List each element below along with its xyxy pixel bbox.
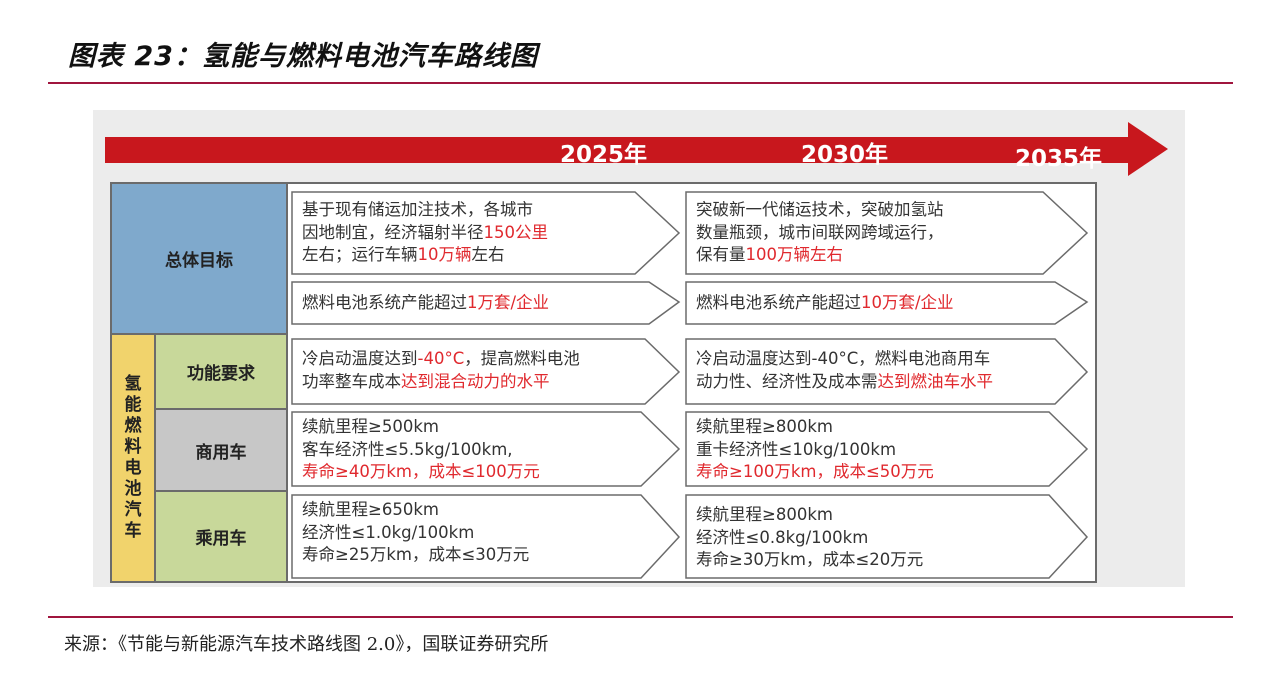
text-line: 保有量100万辆左右	[696, 244, 944, 267]
text-line: 寿命≥25万km，成本≤30万元	[302, 545, 530, 564]
text-span: 动力性、经济性及成本需	[696, 371, 878, 391]
title-rule	[48, 82, 1233, 84]
text-line: 基于现有储运加注技术，各城市	[302, 200, 533, 219]
highlight-text: 寿命≥40万km，成本≤100万元	[302, 462, 540, 481]
text-span: 因地制宜，经济辐射半径	[302, 222, 484, 242]
roadmap-figure: 2025年 2030年 2035年 总体目标 氢 能 燃 料 电 池 汽 车 功…	[93, 110, 1185, 587]
text-span: 左右	[471, 245, 505, 264]
function-2030-text: 冷启动温度达到-40°C，燃料电池商用车 动力性、经济性及成本需达到燃油车水平	[696, 348, 993, 393]
overall-b-2025-text: 燃料电池系统产能超过1万套/企业	[302, 292, 549, 315]
text-line: 因地制宜，经济辐射半径150公里	[302, 222, 548, 245]
text-span: 燃料电池系统产能超过	[302, 293, 467, 312]
passenger-2030-text: 续航里程≥800km 经济性≤0.8kg/100km 寿命≥30万km，成本≤2…	[696, 504, 923, 572]
overall-b-2030-text: 燃料电池系统产能超过10万套/企业	[696, 292, 954, 315]
text-line: 客车经济性≤5.5kg/100km,	[302, 439, 513, 459]
passenger-2025-text: 续航里程≥650km 经济性≤1.0kg/100km 寿命≥25万km，成本≤3…	[302, 499, 529, 567]
highlight-text: 10万辆	[417, 245, 472, 264]
function-2025-text: 冷启动温度达到-40°C，提高燃料电池 功率整车成本达到混合动力的水平	[302, 348, 580, 393]
figure-title: 图表 23：氢能与燃料电池汽车路线图	[68, 41, 538, 72]
text-line: 突破新一代储运技术，突破加氢站	[696, 200, 944, 219]
highlight-text: 100万辆左右	[745, 245, 844, 264]
text-line: 寿命≥30万km，成本≤20万元	[696, 550, 924, 569]
text-line: 续航里程≥800km	[696, 505, 833, 524]
source-rule	[48, 616, 1233, 618]
text-line: 续航里程≥650km	[302, 500, 439, 519]
highlight-text: 10万套/企业	[861, 293, 954, 312]
source-note: 来源：《节能与新能源汽车技术路线图 2.0》，国联证券研究所	[64, 634, 549, 655]
highlight-text: 150公里	[483, 222, 549, 242]
text-line: 续航里程≥500km	[302, 417, 439, 436]
overall-a-2025-text: 基于现有储运加注技术，各城市 因地制宜，经济辐射半径150公里 左右；运行车辆1…	[302, 199, 548, 267]
commercial-2030-text: 续航里程≥800km 重卡经济性≤10kg/100km 寿命≥100万km，成本…	[696, 416, 934, 484]
overall-a-2030-text: 突破新一代储运技术，突破加氢站 数量瓶颈，城市间联网跨域运行， 保有量100万辆…	[696, 199, 944, 267]
text-line: 经济性≤0.8kg/100km	[696, 527, 869, 547]
highlight-text: 达到燃油车水平	[877, 371, 994, 391]
text-span: 保有量	[696, 245, 746, 264]
text-line: 冷启动温度达到-40°C，提高燃料电池	[302, 348, 580, 371]
text-line: 功率整车成本达到混合动力的水平	[302, 371, 580, 394]
highlight-text: 1万套/企业	[467, 293, 550, 312]
text-span: 燃料电池系统产能超过	[696, 293, 861, 312]
text-line: 动力性、经济性及成本需达到燃油车水平	[696, 371, 993, 394]
commercial-2025-text: 续航里程≥500km 客车经济性≤5.5kg/100km, 寿命≥40万km，成…	[302, 416, 540, 484]
text-span: 左右；运行车辆	[302, 245, 418, 264]
highlight-text: -40°C	[417, 349, 465, 368]
text-line: 续航里程≥800km	[696, 417, 833, 436]
chevron-shapes	[291, 191, 1089, 579]
text-span: ，提高燃料电池	[464, 349, 580, 368]
text-line: 重卡经济性≤10kg/100km	[696, 439, 897, 459]
text-line: 左右；运行车辆10万辆左右	[302, 244, 548, 267]
text-span: 功率整车成本	[302, 371, 401, 391]
text-line: 经济性≤1.0kg/100km	[302, 522, 475, 542]
text-span: 冷启动温度达到	[302, 349, 418, 368]
text-line: 数量瓶颈，城市间联网跨域运行，	[696, 222, 944, 242]
highlight-text: 达到混合动力的水平	[401, 371, 550, 391]
highlight-text: 寿命≥100万km，成本≤50万元	[696, 462, 934, 481]
text-line: 冷启动温度达到-40°C，燃料电池商用车	[696, 349, 991, 368]
